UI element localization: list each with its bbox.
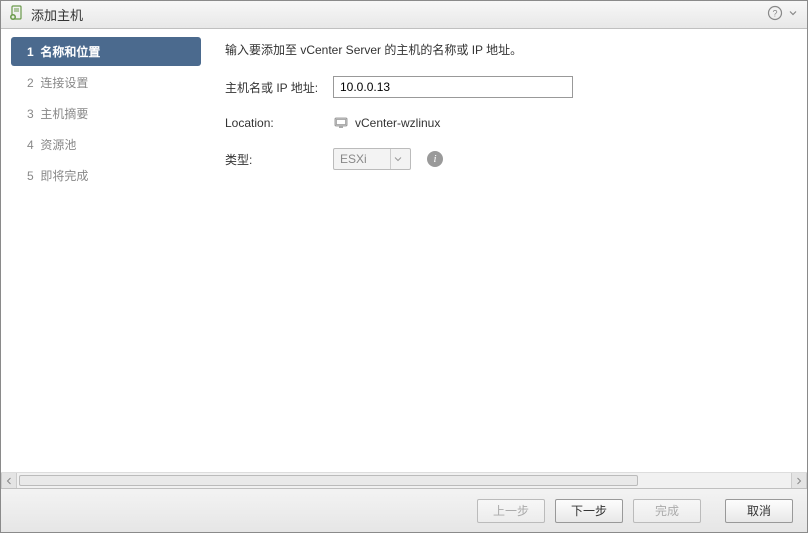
scroll-right-icon[interactable] xyxy=(791,473,807,488)
chevron-down-icon[interactable] xyxy=(787,7,799,22)
chevron-down-icon xyxy=(390,149,404,169)
scroll-track[interactable] xyxy=(17,473,791,488)
step-connection[interactable]: 2 连接设置 xyxy=(11,68,201,97)
instruction-text: 输入要添加至 vCenter Server 的主机的名称或 IP 地址。 xyxy=(225,41,789,58)
wizard-steps: 1 名称和位置 2 连接设置 3 主机摘要 4 资源池 5 即将完成 xyxy=(11,37,211,472)
wizard-panel: 输入要添加至 vCenter Server 的主机的名称或 IP 地址。 主机名… xyxy=(211,37,797,472)
back-button: 上一步 xyxy=(477,499,545,523)
hostname-input[interactable] xyxy=(333,76,573,98)
location-value: vCenter-wzlinux xyxy=(355,116,440,130)
help-icon[interactable]: ? xyxy=(767,5,783,24)
wizard-content: 1 名称和位置 2 连接设置 3 主机摘要 4 资源池 5 即将完成 输入要添加… xyxy=(1,29,807,532)
step-name-location[interactable]: 1 名称和位置 xyxy=(11,37,201,66)
cancel-button[interactable]: 取消 xyxy=(725,499,793,523)
host-add-icon xyxy=(9,5,25,24)
svg-text:?: ? xyxy=(772,9,777,19)
horizontal-scrollbar[interactable] xyxy=(1,472,807,488)
next-button[interactable]: 下一步 xyxy=(555,499,623,523)
scroll-left-icon[interactable] xyxy=(1,473,17,488)
window-title: 添加主机 xyxy=(31,5,767,24)
wizard-footer: 上一步 下一步 完成 取消 xyxy=(1,488,807,532)
titlebar: 添加主机 ? xyxy=(1,1,807,29)
row-hostname: 主机名或 IP 地址: xyxy=(225,76,789,98)
step-host-summary[interactable]: 3 主机摘要 xyxy=(11,99,201,128)
step-ready[interactable]: 5 即将完成 xyxy=(11,161,201,190)
row-type: 类型: ESXi i xyxy=(225,148,789,170)
row-location: Location: vCenter-wzlinux xyxy=(225,112,789,134)
type-select: ESXi xyxy=(333,148,411,170)
hostname-label: 主机名或 IP 地址: xyxy=(225,79,333,96)
vcenter-icon xyxy=(333,115,349,131)
type-value: ESXi xyxy=(340,152,390,166)
info-icon[interactable]: i xyxy=(427,151,443,167)
finish-button: 完成 xyxy=(633,499,701,523)
step-resource-pool[interactable]: 4 资源池 xyxy=(11,130,201,159)
location-label: Location: xyxy=(225,116,333,130)
type-label: 类型: xyxy=(225,151,333,168)
scroll-thumb[interactable] xyxy=(19,475,638,486)
